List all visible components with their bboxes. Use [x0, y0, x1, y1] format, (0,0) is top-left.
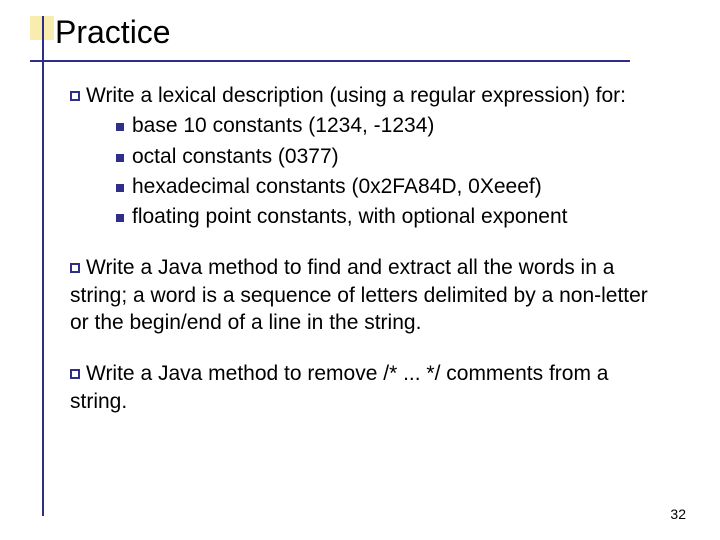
sub-bullet-text: floating point constants, with optional …	[132, 205, 567, 228]
square-bullet-icon	[70, 91, 80, 101]
slide-title: Practice	[55, 14, 171, 51]
sub-list-item: base 10 constants (1234, -1234)	[116, 112, 665, 139]
sub-list-item: hexadecimal constants (0x2FA84D, 0Xeeef)	[116, 173, 665, 200]
filled-square-bullet-icon	[116, 184, 124, 192]
bullet-text: Write a Java method to find and extract …	[70, 256, 648, 334]
list-item: Write a lexical description (using a reg…	[70, 82, 665, 230]
sub-list-item: octal constants (0377)	[116, 143, 665, 170]
sub-bullet-text: base 10 constants (1234, -1234)	[132, 114, 434, 137]
square-bullet-icon	[70, 369, 80, 379]
slide-content: Write a lexical description (using a reg…	[70, 82, 665, 439]
bullet-text: Write a Java method to remove /* ... */ …	[70, 362, 608, 412]
square-bullet-icon	[70, 263, 80, 273]
sub-list-item: floating point constants, with optional …	[116, 203, 665, 230]
page-number: 32	[670, 506, 686, 522]
sub-bullet-text: hexadecimal constants (0x2FA84D, 0Xeeef)	[132, 175, 542, 198]
filled-square-bullet-icon	[116, 123, 124, 131]
title-underline	[30, 60, 630, 62]
sub-bullet-text: octal constants (0377)	[132, 145, 339, 168]
sub-list: base 10 constants (1234, -1234) octal co…	[116, 112, 665, 230]
filled-square-bullet-icon	[116, 154, 124, 162]
list-item: Write a Java method to find and extract …	[70, 254, 665, 336]
bullet-text: Write a lexical description (using a reg…	[86, 84, 626, 107]
list-item: Write a Java method to remove /* ... */ …	[70, 360, 665, 415]
vertical-rule	[42, 16, 44, 516]
filled-square-bullet-icon	[116, 214, 124, 222]
